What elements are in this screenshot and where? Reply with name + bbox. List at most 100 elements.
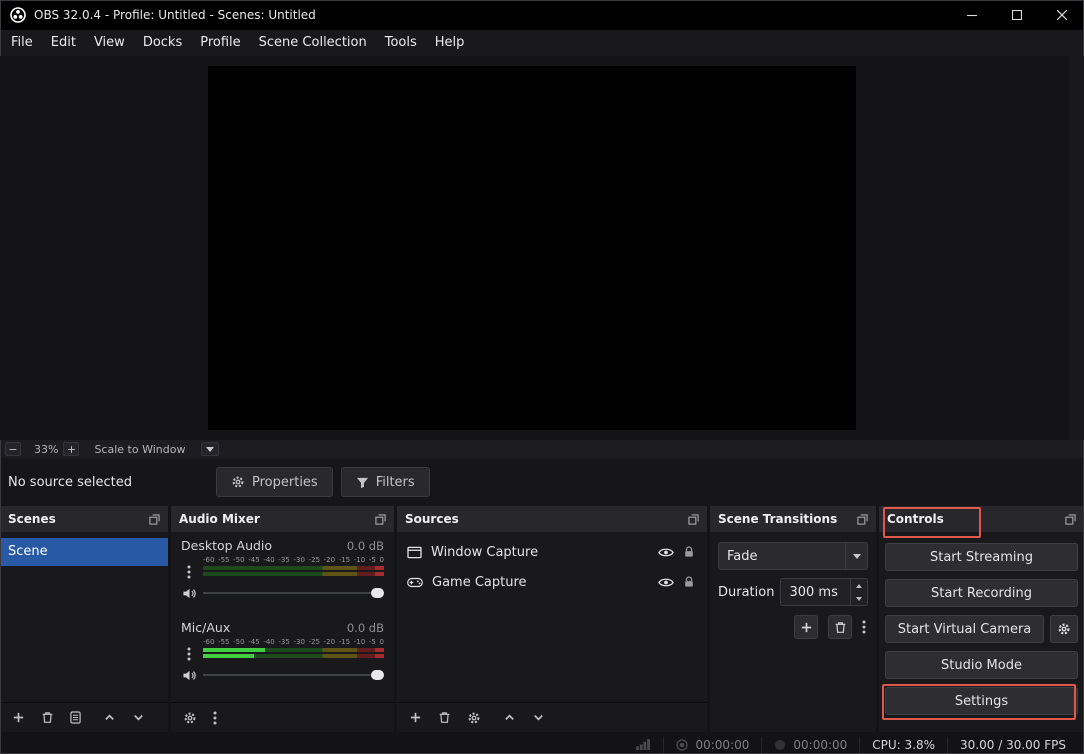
dock-popout-icon[interactable] bbox=[688, 513, 699, 525]
transition-options-icon[interactable] bbox=[862, 620, 866, 634]
minimize-button[interactable] bbox=[949, 0, 994, 30]
move-scene-down-icon[interactable] bbox=[132, 711, 145, 724]
filters-button[interactable]: Filters bbox=[340, 467, 430, 497]
scene-transitions-dock: Scene Transitions Fade Duration 300 ms bbox=[710, 506, 876, 732]
move-scene-up-icon[interactable] bbox=[103, 711, 116, 724]
db-scale: -60 -55 -50 -45 -40 -35 -30 -25 -20 -15 -10 -5 0 bbox=[203, 556, 384, 565]
maximize-icon bbox=[1011, 10, 1022, 20]
visibility-eye-icon[interactable] bbox=[658, 547, 674, 558]
duration-spinbox[interactable]: 300 ms bbox=[780, 578, 868, 606]
start-streaming-button[interactable]: Start Streaming bbox=[885, 543, 1078, 571]
sources-toolbar bbox=[397, 702, 707, 732]
mixer-menu-button[interactable] bbox=[181, 647, 197, 661]
source-properties-icon[interactable] bbox=[467, 711, 481, 725]
db-tick: -10 bbox=[353, 556, 366, 564]
menu-help[interactable]: Help bbox=[426, 30, 474, 56]
title-bar: OBS 32.0.4 - Profile: Untitled - Scenes:… bbox=[0, 0, 1084, 30]
volume-slider[interactable] bbox=[203, 668, 384, 682]
db-scale: -60 -55 -50 -45 -40 -35 -30 -25 -20 -15 -10 -5 0 bbox=[203, 638, 384, 647]
zoom-out-button[interactable]: − bbox=[5, 442, 21, 456]
remove-transition-button[interactable] bbox=[828, 615, 852, 639]
scale-mode-label[interactable]: Scale to Window bbox=[94, 443, 185, 456]
dock-popout-icon[interactable] bbox=[149, 513, 160, 525]
scenes-toolbar bbox=[0, 702, 168, 732]
close-button[interactable] bbox=[1039, 0, 1084, 30]
studio-mode-button[interactable]: Studio Mode bbox=[885, 651, 1078, 679]
visibility-eye-icon[interactable] bbox=[658, 577, 674, 588]
plus-icon bbox=[801, 622, 811, 632]
audio-mixer-body: Desktop Audio 0.0 dB -60 -55 -50 -45 -40 -35-… bbox=[171, 532, 394, 702]
move-source-down-icon[interactable] bbox=[532, 711, 545, 724]
add-transition-button[interactable] bbox=[794, 615, 818, 639]
source-row-window-capture[interactable]: Window Capture bbox=[397, 537, 707, 567]
lock-icon[interactable] bbox=[683, 546, 695, 558]
source-label: Game Capture bbox=[432, 574, 527, 590]
transition-dropdown-button[interactable] bbox=[845, 543, 867, 569]
menu-view[interactable]: View bbox=[85, 30, 134, 56]
add-scene-icon[interactable] bbox=[12, 711, 25, 724]
network-status bbox=[624, 737, 663, 753]
menu-bar: File Edit View Docks Profile Scene Colle… bbox=[0, 30, 1084, 56]
menu-file[interactable]: File bbox=[2, 30, 42, 56]
dock-popout-icon[interactable] bbox=[1065, 513, 1076, 525]
controls-body: Start Streaming Start Recording Start Vi… bbox=[879, 532, 1084, 732]
controls-dock-header: Controls bbox=[879, 506, 1084, 532]
stream-status-dot-icon bbox=[676, 738, 689, 751]
mute-button[interactable] bbox=[181, 669, 197, 682]
scene-filters-icon[interactable] bbox=[70, 711, 81, 724]
db-tick: -60 bbox=[203, 556, 215, 564]
properties-button-label: Properties bbox=[252, 474, 318, 490]
controls-dock: Controls Start Streaming Start Recording… bbox=[879, 506, 1084, 732]
duration-increase-button[interactable] bbox=[851, 579, 867, 592]
db-tick: 0 bbox=[379, 556, 384, 564]
db-tick: -15 bbox=[338, 556, 351, 564]
kebab-icon bbox=[187, 647, 191, 661]
transition-select[interactable]: Fade bbox=[718, 542, 868, 570]
menu-edit[interactable]: Edit bbox=[42, 30, 85, 56]
mixer-menu-button[interactable] bbox=[181, 565, 197, 579]
dock-popout-icon[interactable] bbox=[857, 513, 868, 525]
menu-scene-collection[interactable]: Scene Collection bbox=[250, 30, 376, 56]
advanced-audio-icon[interactable] bbox=[183, 711, 197, 725]
remove-scene-icon[interactable] bbox=[41, 711, 54, 724]
db-tick: -60 bbox=[203, 638, 215, 646]
mixer-options-icon[interactable] bbox=[213, 711, 217, 725]
properties-button[interactable]: Properties bbox=[216, 467, 333, 497]
remove-source-icon[interactable] bbox=[438, 711, 451, 724]
obs-window: OBS 32.0.4 - Profile: Untitled - Scenes:… bbox=[0, 0, 1084, 754]
move-source-up-icon[interactable] bbox=[503, 711, 516, 724]
scene-transitions-header: Scene Transitions bbox=[710, 506, 876, 532]
close-icon bbox=[1056, 10, 1067, 20]
maximize-button[interactable] bbox=[994, 0, 1039, 30]
zoom-in-button[interactable]: + bbox=[63, 442, 80, 456]
volume-slider-handle[interactable] bbox=[371, 670, 384, 680]
settings-button[interactable]: Settings bbox=[885, 687, 1078, 715]
mute-button[interactable] bbox=[181, 587, 197, 600]
volume-slider[interactable] bbox=[203, 586, 384, 600]
window-controls bbox=[949, 0, 1084, 30]
source-row-game-capture[interactable]: Game Capture bbox=[397, 567, 707, 597]
start-virtual-camera-button[interactable]: Start Virtual Camera bbox=[885, 615, 1044, 643]
source-toolbar: No source selected Properties Filters bbox=[0, 458, 1084, 506]
mixer-name: Desktop Audio bbox=[181, 538, 273, 553]
scene-list-item[interactable]: Scene bbox=[0, 538, 168, 566]
lock-icon[interactable] bbox=[683, 576, 695, 588]
menu-docks[interactable]: Docks bbox=[134, 30, 191, 56]
db-tick: -35 bbox=[278, 556, 290, 564]
menu-tools[interactable]: Tools bbox=[376, 30, 426, 56]
transition-value: Fade bbox=[727, 548, 758, 564]
dock-popout-icon[interactable] bbox=[375, 513, 386, 525]
preview-vertical-scrollbar[interactable] bbox=[1069, 56, 1084, 440]
obs-logo-icon bbox=[10, 7, 26, 23]
scale-mode-dropdown[interactable] bbox=[201, 442, 220, 456]
duration-decrease-button[interactable] bbox=[851, 592, 867, 605]
volume-slider-handle[interactable] bbox=[371, 588, 384, 598]
virtual-camera-settings-button[interactable] bbox=[1050, 615, 1078, 643]
start-recording-button[interactable]: Start Recording bbox=[885, 579, 1078, 607]
menu-profile[interactable]: Profile bbox=[191, 30, 249, 56]
add-source-icon[interactable] bbox=[409, 711, 422, 724]
preview-canvas[interactable] bbox=[208, 66, 856, 430]
speaker-icon bbox=[182, 588, 196, 598]
fps-indicator: 30.00 / 30.00 FPS bbox=[947, 736, 1078, 753]
stream-timer: 00:00:00 bbox=[663, 736, 761, 753]
